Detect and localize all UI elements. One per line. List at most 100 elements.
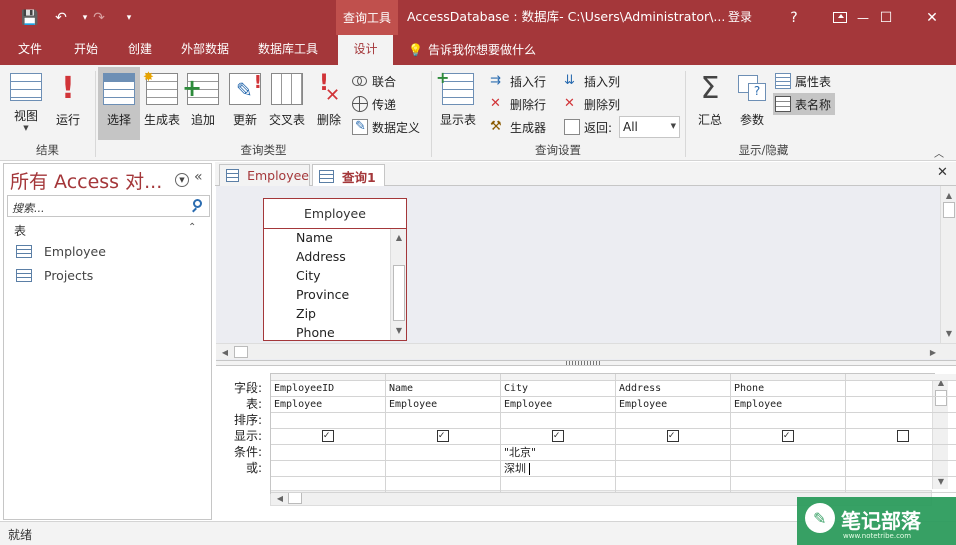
grid-cell-criteria[interactable] [616, 445, 731, 461]
insert-rows-button[interactable]: ⇉ 插入行 [490, 71, 546, 91]
grid-cell-sort[interactable] [731, 413, 846, 429]
grid-cell-blank[interactable] [846, 477, 956, 493]
return-dropdown[interactable]: All ▼ [619, 116, 680, 138]
grid-cell-table[interactable]: Employee [731, 397, 846, 413]
grid-cell-sort[interactable] [501, 413, 616, 429]
show-checkbox-checked[interactable]: ✓ [551, 430, 564, 442]
grid-cell-field[interactable]: Name [386, 381, 501, 397]
field-item[interactable]: Phone [296, 325, 335, 340]
field-item[interactable]: Address [296, 249, 346, 264]
section-collapse-icon[interactable]: ⌃ [188, 222, 196, 233]
show-checkbox-checked[interactable]: ✓ [781, 430, 794, 442]
grid-cell-or[interactable] [846, 461, 956, 477]
grid-cell-show[interactable]: ✓ [271, 429, 386, 445]
tab-database-tools[interactable]: 数据库工具 [246, 35, 330, 65]
column-selector[interactable] [731, 374, 846, 381]
grid-cell-sort[interactable] [846, 413, 956, 429]
delete-columns-button[interactable]: ✕ 删除列 [564, 94, 620, 114]
tell-me-box[interactable]: 💡 告诉我你想要做什么 [408, 35, 548, 65]
upper-horizontal-scrollbar[interactable]: ◀ ▶ [216, 343, 956, 359]
append-button[interactable]: + 追加 [182, 70, 219, 132]
field-list-title[interactable]: Employee [264, 199, 406, 229]
grid-cell-show[interactable]: ✓ [616, 429, 731, 445]
grid-cell-show[interactable]: ✓ [386, 429, 501, 445]
nav-section-tables[interactable]: 表 [14, 222, 26, 239]
parameters-button[interactable]: ? 参数 [734, 70, 770, 132]
maximize-button[interactable]: ☐ [863, 0, 909, 35]
tab-design[interactable]: 设计 [338, 35, 393, 65]
scroll-thumb[interactable] [943, 202, 955, 218]
tab-external-data[interactable]: 外部数据 [170, 35, 240, 65]
table-field-list-employee[interactable]: Employee Name Address City Province Zip … [263, 198, 407, 341]
close-button[interactable]: ✕ [909, 0, 955, 35]
show-checkbox[interactable] [896, 430, 909, 442]
scroll-down-icon[interactable]: ▼ [392, 323, 406, 337]
field-item[interactable]: Zip [296, 306, 316, 321]
run-button[interactable]: ! 运行 [52, 70, 84, 132]
grid-cell-sort[interactable] [386, 413, 501, 429]
grid-cell-criteria[interactable]: "北京" [501, 445, 616, 461]
save-icon[interactable]: 💾 [17, 0, 43, 35]
scroll-up-icon[interactable]: ▲ [942, 188, 956, 202]
insert-columns-button[interactable]: ⇊ 插入列 [564, 71, 620, 91]
search-icon[interactable] [190, 198, 206, 214]
grid-cell-show[interactable]: ✓ [731, 429, 846, 445]
grid-cell-field[interactable]: Address [616, 381, 731, 397]
upper-vertical-scrollbar[interactable]: ▲ ▼ [940, 186, 956, 343]
doc-tab-employee[interactable]: Employee [219, 164, 310, 186]
table-names-button[interactable]: 表名称 [773, 93, 836, 115]
scroll-up-icon[interactable]: ▲ [392, 230, 406, 244]
grid-cell-table[interactable]: Employee [501, 397, 616, 413]
grid-cell-table[interactable]: Employee [616, 397, 731, 413]
tab-create[interactable]: 创建 [116, 35, 164, 65]
select-query-button[interactable]: 选择 [98, 67, 140, 140]
field-item[interactable]: Name [296, 230, 333, 245]
delete-query-button[interactable]: ! ✕ 删除 [313, 70, 345, 132]
show-table-button[interactable]: + 显示表 [436, 68, 479, 132]
close-document-icon[interactable]: ✕ [937, 165, 948, 180]
pass-through-button[interactable]: 传递 [352, 94, 396, 114]
property-sheet-button[interactable]: 属性表 [775, 71, 831, 91]
show-checkbox-checked[interactable]: ✓ [321, 430, 334, 442]
grid-cell-sort[interactable] [271, 413, 386, 429]
tab-file[interactable]: 文件 [8, 35, 52, 65]
grid-cell-table[interactable] [846, 397, 956, 413]
tab-home[interactable]: 开始 [62, 35, 110, 65]
nav-menu-dropdown-icon[interactable]: ▼ [175, 173, 189, 187]
field-item[interactable]: Province [296, 287, 349, 302]
nav-search-input[interactable]: 搜索... [7, 195, 210, 217]
shutter-bar-close-icon[interactable]: « [194, 169, 203, 185]
show-checkbox-checked[interactable]: ✓ [436, 430, 449, 442]
grid-cell-or[interactable] [386, 461, 501, 477]
show-checkbox-checked[interactable]: ✓ [666, 430, 679, 442]
grid-cell-show[interactable] [846, 429, 956, 445]
builder-button[interactable]: ⚒ 生成器 [490, 117, 546, 137]
make-table-button[interactable]: ✸ 生成表 [143, 70, 181, 132]
delete-rows-button[interactable]: ✕ 删除行 [490, 94, 546, 114]
grid-cell-show[interactable]: ✓ [501, 429, 616, 445]
grid-cell-field[interactable]: City [501, 381, 616, 397]
grid-cell-criteria[interactable] [731, 445, 846, 461]
grid-cell-or[interactable] [616, 461, 731, 477]
column-selector[interactable] [271, 374, 386, 381]
sign-in-link[interactable]: 登录 [728, 0, 752, 35]
scroll-right-icon[interactable]: ▶ [926, 345, 940, 359]
column-selector[interactable] [846, 374, 956, 381]
undo-icon[interactable]: ↶ [48, 0, 74, 35]
nav-pane-title[interactable]: 所有 Access 对... [10, 167, 162, 194]
grid-cell-table[interactable]: Employee [271, 397, 386, 413]
nav-item-projects[interactable]: Projects [16, 265, 93, 285]
crosstab-button[interactable]: 交叉表 [267, 70, 307, 132]
grid-cell-criteria[interactable] [846, 445, 956, 461]
grid-cell-sort[interactable] [616, 413, 731, 429]
grid-cell-field[interactable]: Phone [731, 381, 846, 397]
help-button[interactable]: ? [771, 0, 817, 35]
grid-cell-blank[interactable] [501, 477, 616, 493]
grid-cell-table[interactable]: Employee [386, 397, 501, 413]
collapse-ribbon-icon[interactable]: ︿ [934, 145, 944, 160]
nav-item-employee[interactable]: Employee [16, 241, 106, 261]
scroll-thumb[interactable] [393, 265, 405, 321]
scroll-thumb[interactable] [234, 346, 248, 358]
scroll-down-icon[interactable]: ▼ [942, 326, 956, 340]
grid-cell-blank[interactable] [616, 477, 731, 493]
